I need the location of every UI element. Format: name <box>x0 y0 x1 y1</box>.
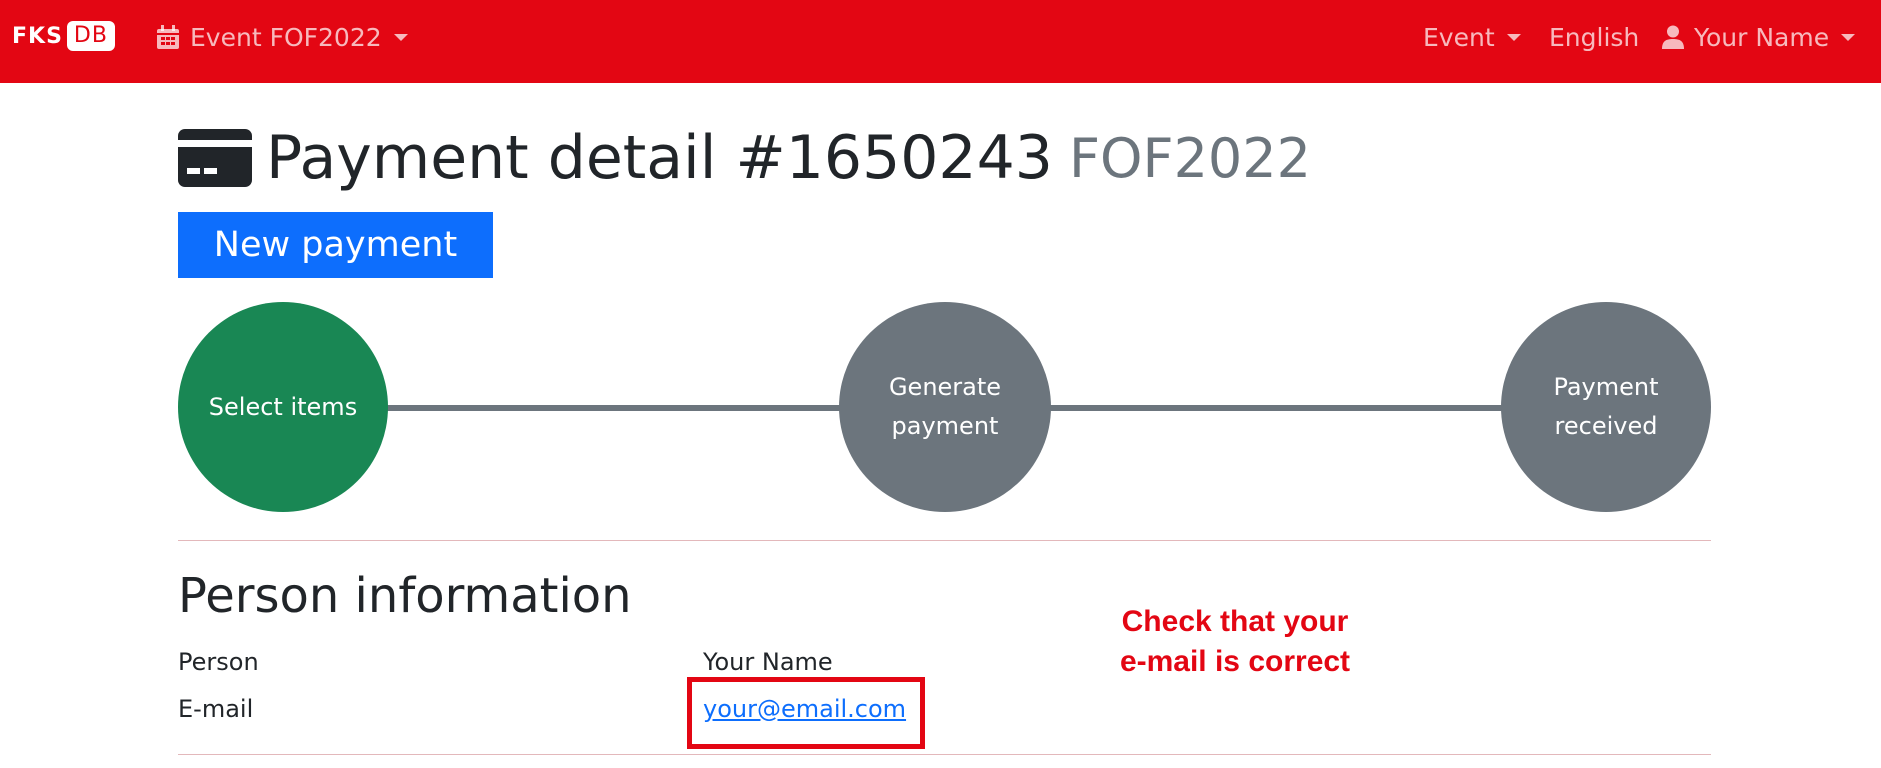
credit-card-icon <box>178 129 252 187</box>
chevron-down-icon <box>1506 33 1521 41</box>
fksdb-logo[interactable]: FKS DB <box>12 20 115 52</box>
email-label: E-mail <box>178 695 254 723</box>
person-label: Person <box>178 648 259 676</box>
section-divider <box>178 754 1711 755</box>
logo-text: FKS <box>12 23 63 49</box>
step-generate-payment: Generate payment <box>839 302 1051 512</box>
event-selector-label: Event FOF2022 <box>190 22 382 52</box>
person-information-heading: Person information <box>178 568 632 624</box>
event-menu-dropdown[interactable]: Event <box>1423 18 1521 56</box>
chevron-down-icon <box>393 33 408 41</box>
person-value: Your Name <box>703 648 833 676</box>
logo-box-text: DB <box>66 21 115 51</box>
page-subtitle: FOF2022 <box>1068 126 1312 190</box>
new-payment-button[interactable]: New payment <box>178 212 493 278</box>
email-highlight-box <box>687 677 925 749</box>
page-title: Payment detail #1650243 FOF2022 <box>178 118 1311 198</box>
top-navbar: FKS DB Event FOF2022 Event English Your … <box>0 0 1881 83</box>
language-link[interactable]: English <box>1549 18 1639 56</box>
section-divider <box>178 540 1711 541</box>
chevron-down-icon <box>1841 33 1856 41</box>
calendar-icon <box>156 24 180 50</box>
step-label: Generate payment <box>888 373 1002 440</box>
event-selector-dropdown[interactable]: Event FOF2022 <box>156 18 408 56</box>
annotation-line-2: e-mail is correct <box>1119 645 1351 678</box>
event-menu-label: Event <box>1423 22 1495 52</box>
email-check-annotation: Check that your e-mail is correct <box>1095 602 1375 682</box>
user-icon <box>1662 25 1684 49</box>
language-label: English <box>1549 22 1640 52</box>
step-payment-received: Payment received <box>1501 302 1711 512</box>
step-label: Payment received <box>1553 373 1659 440</box>
annotation-line-1: Check that your <box>1121 605 1349 638</box>
page-title-text: Payment detail #1650243 <box>266 123 1053 193</box>
user-menu-label: Your Name <box>1694 22 1830 52</box>
step-label: Select items <box>208 392 358 421</box>
user-menu-dropdown[interactable]: Your Name <box>1662 18 1856 56</box>
step-select-items: Select items <box>178 302 388 512</box>
